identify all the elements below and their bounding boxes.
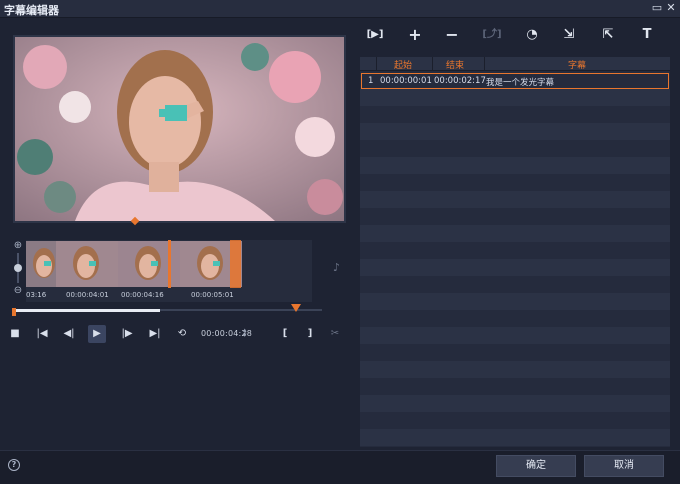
empty-grid-row xyxy=(360,89,670,106)
table-row[interactable]: 1 00:00:00:01 00:00:02:17 我是一个发光字幕 xyxy=(361,73,669,89)
empty-grid-row xyxy=(360,123,670,140)
column-header-end[interactable]: 结束 xyxy=(446,58,464,71)
zoom-slider-knob[interactable] xyxy=(14,264,22,272)
add-subtitle-button[interactable]: + xyxy=(405,25,425,45)
thumbnail-time: 00:00:04:16 xyxy=(121,291,164,299)
column-header-start[interactable]: 起始 xyxy=(394,58,412,71)
row-end-time[interactable]: 00:00:02:17 xyxy=(434,76,486,86)
subtitle-range-start-line xyxy=(168,240,171,288)
mark-out-button[interactable]: ] xyxy=(301,325,319,343)
empty-grid-row xyxy=(360,225,670,242)
subtitle-toolbar: [▶] + − [⤴] ◔ ⇲ ⇱ T xyxy=(360,24,670,46)
empty-grid-row xyxy=(360,259,670,276)
thumbnail xyxy=(26,241,56,287)
subtitle-list-header: 起始 结束 字幕 xyxy=(360,57,670,71)
empty-grid-row xyxy=(360,106,670,123)
subtitle-list-body xyxy=(360,72,670,447)
remove-subtitle-button[interactable]: − xyxy=(442,25,462,45)
playback-controls: ■ |◀ ◀| ▶ |▶ ▶| ⟲ 00:00:04:28 ▴ ▾ [ ] ✂ xyxy=(0,323,350,345)
mark-in-indicator[interactable] xyxy=(12,308,16,316)
empty-grid-row xyxy=(360,310,670,327)
dialog-footer: ? 确定 取消 xyxy=(0,450,680,484)
empty-grid-row xyxy=(360,293,670,310)
row-subtitle-text[interactable]: 我是一个发光字幕 xyxy=(486,76,554,88)
go-to-start-button[interactable]: |◀ xyxy=(33,325,51,343)
thumbnail-strip[interactable]: 03:16 00:00:04:01 00:00:04:16 00:00:05:0… xyxy=(26,240,312,302)
empty-grid-row xyxy=(360,429,670,446)
zoom-out-icon[interactable]: ⊖ xyxy=(12,285,24,297)
subtitle-range-end-line xyxy=(230,240,241,288)
empty-grid-row xyxy=(360,344,670,361)
stop-button[interactable]: ■ xyxy=(6,325,24,343)
time-shift-button[interactable]: ◔ xyxy=(522,25,542,45)
text-options-button[interactable]: T xyxy=(637,25,657,45)
empty-grid-row xyxy=(360,276,670,293)
merge-subtitle-button[interactable]: [⤴] xyxy=(482,25,502,45)
thumbnail-time: 03:16 xyxy=(26,291,47,299)
close-icon[interactable]: ✕ xyxy=(664,1,678,15)
empty-grid-row xyxy=(360,378,670,395)
playhead-marker[interactable] xyxy=(291,304,301,312)
go-to-end-button[interactable]: ▶| xyxy=(146,325,164,343)
import-subtitle-button[interactable]: ⇲ xyxy=(559,25,579,45)
export-subtitle-button[interactable]: ⇱ xyxy=(598,25,618,45)
thumbnail-time: 00:00:05:01 xyxy=(191,291,234,299)
empty-grid-row xyxy=(360,361,670,378)
title-bar: 字幕编辑器 ▭ ✕ xyxy=(0,0,680,18)
scrubber-progress xyxy=(14,309,160,312)
empty-grid-row xyxy=(360,191,670,208)
play-button[interactable]: ▶ xyxy=(88,325,106,343)
preview-frame-image xyxy=(15,37,344,221)
empty-grid-row xyxy=(360,157,670,174)
play-subtitle-button[interactable]: [▶] xyxy=(365,25,385,45)
previous-frame-button[interactable]: ◀| xyxy=(60,325,78,343)
empty-grid-row xyxy=(360,242,670,259)
ok-button[interactable]: 确定 xyxy=(496,455,576,477)
empty-grid-row xyxy=(360,174,670,191)
empty-grid-row xyxy=(360,140,670,157)
split-subtitle-icon[interactable]: ✂ xyxy=(326,325,344,343)
next-frame-button[interactable]: |▶ xyxy=(118,325,136,343)
empty-grid-row xyxy=(360,208,670,225)
mark-in-button[interactable]: [ xyxy=(276,325,294,343)
timecode-spinner-icon[interactable]: ▴ ▾ xyxy=(243,327,247,339)
thumbnail xyxy=(56,241,118,287)
empty-grid-row xyxy=(360,412,670,429)
cancel-button[interactable]: 取消 xyxy=(584,455,664,477)
playback-scrubber[interactable] xyxy=(12,304,323,316)
timeline-zoom: ⊕ ⊖ xyxy=(12,240,24,296)
window-title: 字幕编辑器 xyxy=(4,4,59,17)
row-start-time[interactable]: 00:00:00:01 xyxy=(380,76,432,86)
zoom-in-icon[interactable]: ⊕ xyxy=(12,240,24,252)
restore-icon[interactable]: ▭ xyxy=(650,1,664,15)
repeat-button[interactable]: ⟲ xyxy=(173,325,191,343)
empty-grid-row xyxy=(360,395,670,412)
subtitle-list[interactable]: 起始 结束 字幕 1 00:00:00:01 00:00:02:17 我是一个发… xyxy=(360,57,670,447)
column-header-text[interactable]: 字幕 xyxy=(568,58,586,71)
row-index: 1 xyxy=(368,76,374,86)
empty-grid-row xyxy=(360,327,670,344)
video-preview xyxy=(13,35,346,223)
help-icon[interactable]: ? xyxy=(8,459,20,471)
audio-waveform-icon[interactable]: ♪ xyxy=(333,261,340,274)
thumbnail-time: 00:00:04:01 xyxy=(66,291,109,299)
